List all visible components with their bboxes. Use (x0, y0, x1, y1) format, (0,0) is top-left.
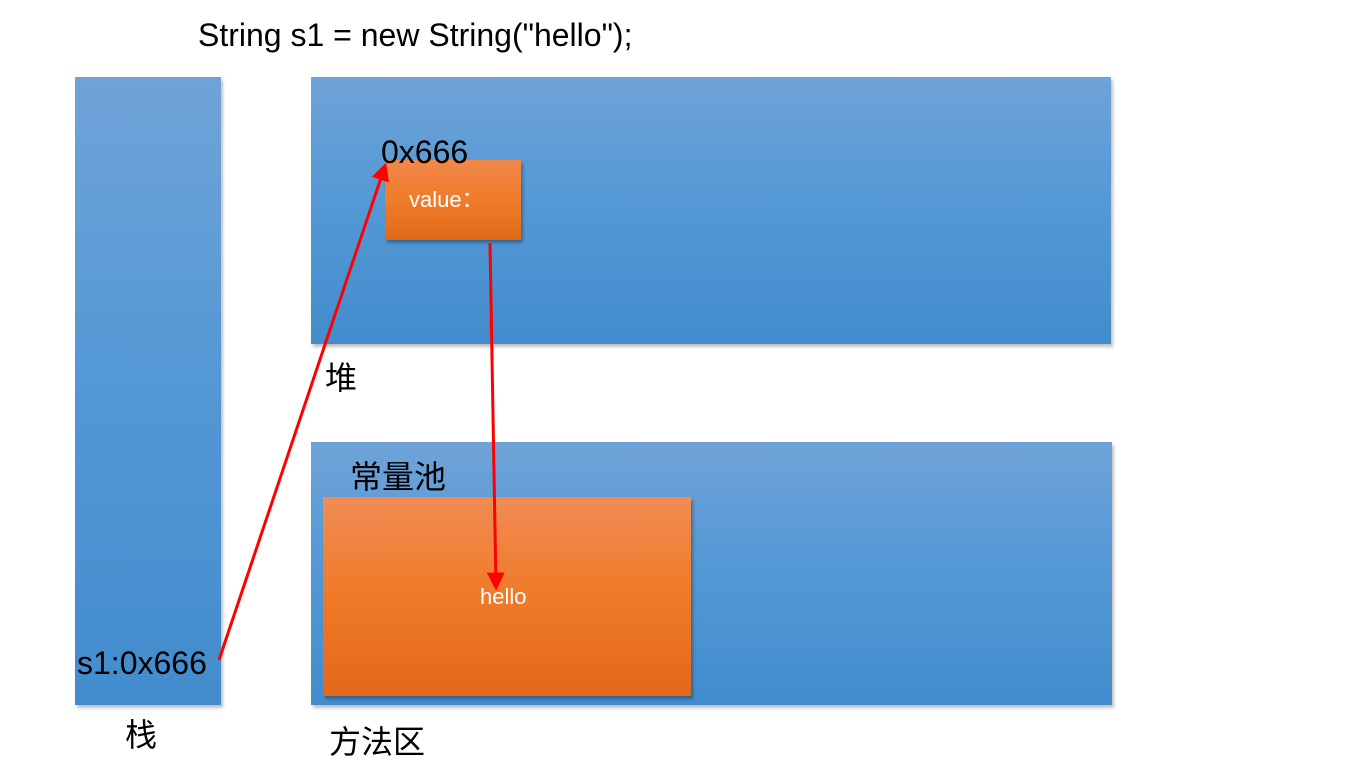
stack-name-label: 栈 (125, 717, 158, 753)
constant-pool-name-label: 常量池 (350, 459, 447, 495)
pool-string-literal: hello (480, 584, 527, 609)
heap-string-object: value： (385, 160, 521, 240)
heap-name-label: 堆 (325, 360, 358, 396)
object-value-field: value： (409, 187, 484, 212)
method-area-name-label: 方法区 (329, 724, 426, 760)
object-address-label: 0x666 (381, 134, 469, 170)
code-title: String s1 = new String("hello"); (198, 17, 633, 53)
stack-variable-label: s1:0x666 (77, 645, 207, 681)
stack-region (75, 77, 221, 705)
constant-pool-box: hello (323, 497, 691, 696)
